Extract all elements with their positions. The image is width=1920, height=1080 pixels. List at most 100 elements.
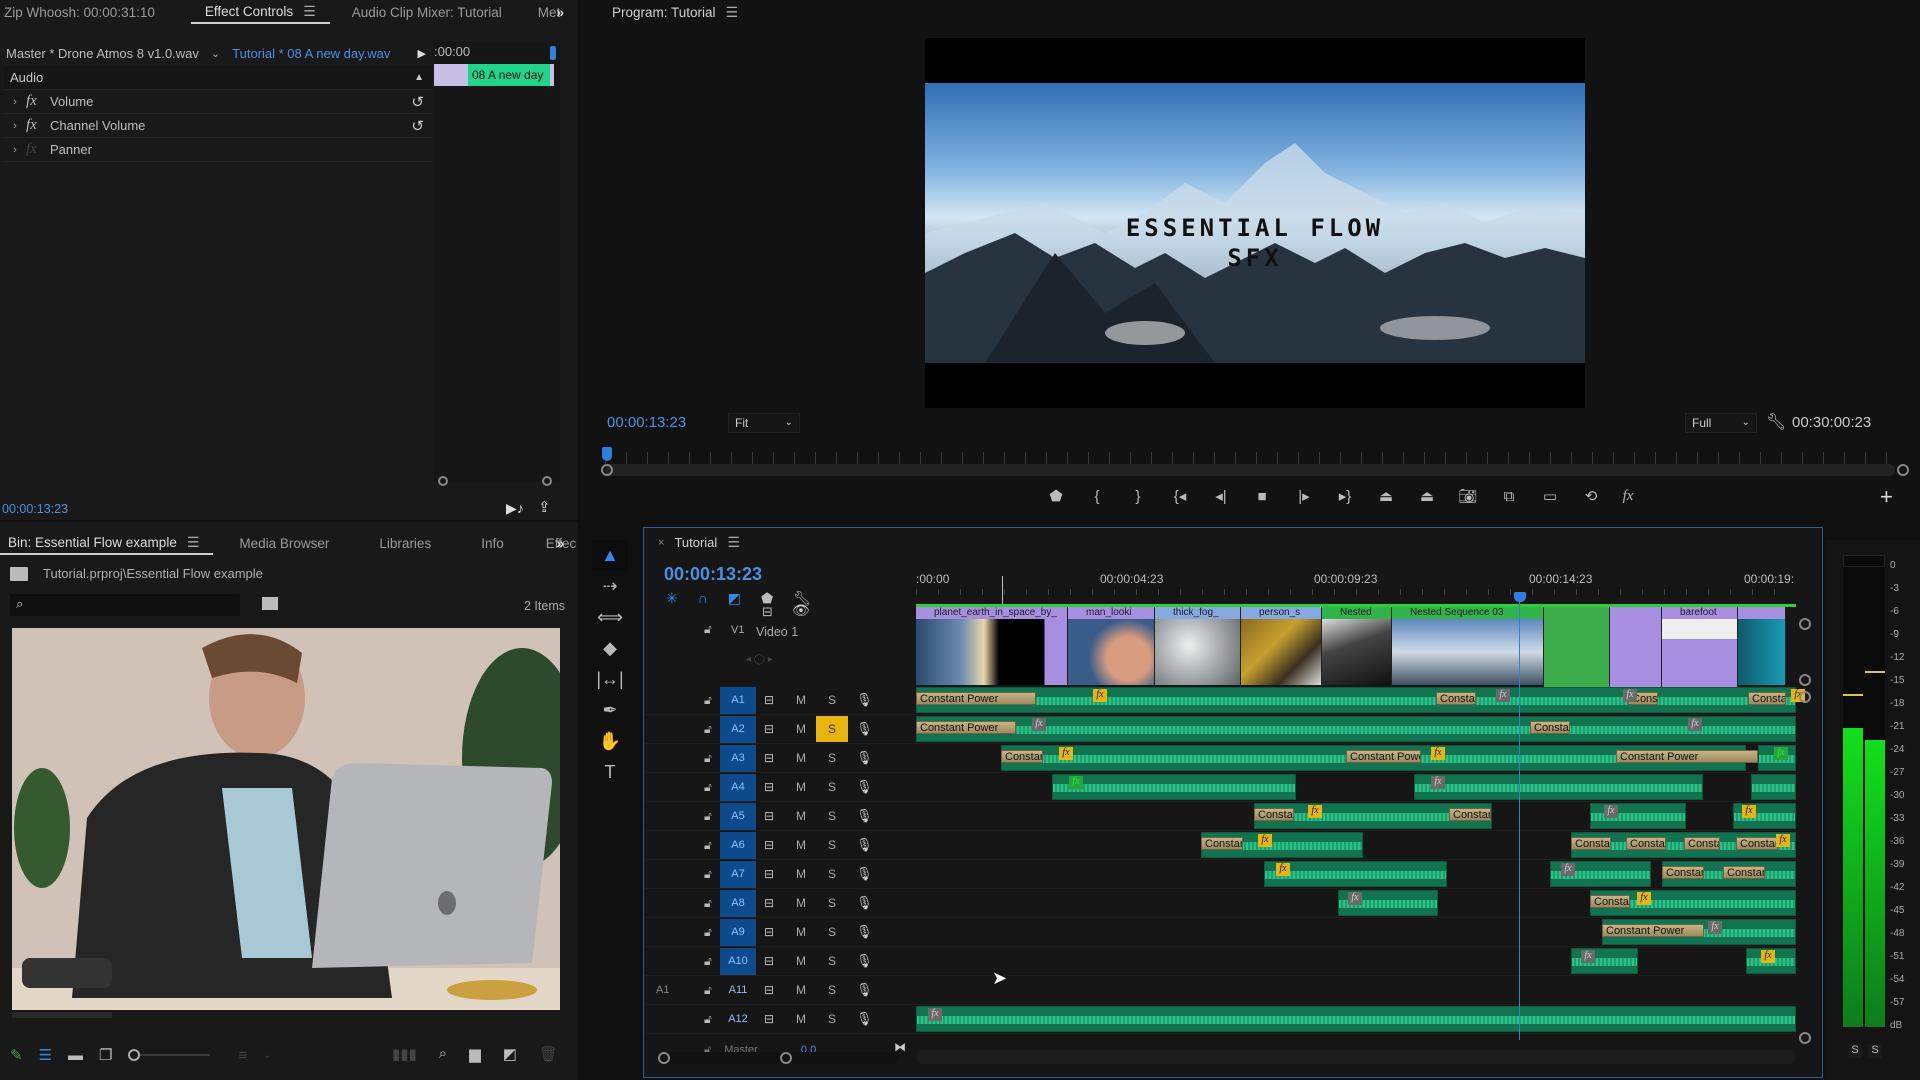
audio-vscroll-handle[interactable] (1799, 1032, 1811, 1044)
video-vscroll-handle[interactable] (1799, 674, 1811, 686)
scroll-handle-left[interactable] (658, 1052, 670, 1064)
expand-chevron-icon[interactable]: › (4, 96, 26, 108)
program-playhead[interactable] (602, 447, 612, 461)
timeline-timecode[interactable]: 00:00:13:23 (664, 564, 762, 585)
program-timecode[interactable]: 00:00:13:23 (607, 414, 686, 431)
clip-thumbnail[interactable] (12, 628, 560, 1010)
scroll-handle-left[interactable] (601, 464, 613, 476)
panel-overflow-button[interactable]: » (542, 531, 578, 555)
fx-icon[interactable]: fx (1611, 488, 1645, 505)
fx-badge-icon[interactable]: fx (1308, 805, 1322, 818)
tab-program-monitor[interactable]: Program: Tutorial ☰ (598, 0, 752, 24)
transition-constant-power[interactable]: Constan (1436, 692, 1476, 705)
mute-button[interactable]: M (796, 954, 806, 968)
fx-badge-icon[interactable]: fx (1742, 805, 1756, 818)
button-editor-plus-icon[interactable]: + (1880, 484, 1893, 510)
write-protect-pencil-icon[interactable]: ✎ (10, 1046, 23, 1064)
sync-lock-icon[interactable]: ⊟ (764, 780, 774, 794)
mute-button[interactable]: M (796, 809, 806, 823)
track-target[interactable]: A9 (720, 918, 756, 946)
thumbnail-size-slider[interactable] (128, 1049, 211, 1061)
track-target[interactable]: A11 (720, 977, 756, 1004)
trash-icon[interactable]: 🗑︎ (539, 1045, 558, 1063)
play-triangle-icon[interactable]: ▶ (418, 47, 426, 60)
mini-clip[interactable]: 08 A new day (468, 64, 550, 86)
transition-constant-power[interactable]: Constan (1530, 721, 1570, 734)
effect-row-channel-volume[interactable]: › fx Channel Volume ↺ (4, 114, 432, 138)
new-item-icon[interactable]: ◩ (503, 1045, 517, 1063)
fx-badge-icon[interactable]: fx (1623, 689, 1637, 702)
transition-constant-power[interactable]: Constan (1449, 808, 1491, 821)
lock-icon[interactable]: 🔓︎ (704, 722, 712, 737)
go-to-in-icon[interactable]: {◂ (1159, 487, 1201, 505)
voiceover-mic-icon[interactable]: 🎙︎ (856, 837, 873, 853)
source-patch[interactable]: A1 (656, 984, 669, 996)
video-clip[interactable]: man_looki (1068, 607, 1155, 687)
hand-tool-icon[interactable]: ✋ (592, 726, 628, 757)
solo-button[interactable]: S (816, 861, 848, 887)
mute-button[interactable]: M (796, 693, 806, 707)
track-target[interactable]: A2 (720, 715, 756, 743)
fx-badge-icon[interactable]: fx (1431, 776, 1445, 789)
panel-menu-icon[interactable]: ☰ (726, 4, 739, 21)
video-vscroll-handle[interactable] (1799, 618, 1811, 630)
zoom-level-select[interactable]: Fit ⌄ (728, 413, 800, 433)
audio-clip[interactable] (1264, 861, 1447, 887)
insert-icon[interactable]: ⧉ (1489, 488, 1529, 505)
slider-handle[interactable] (128, 1049, 141, 1061)
transition-constant-power[interactable]: Constan (1662, 866, 1704, 879)
audio-clip[interactable] (916, 687, 1796, 713)
voiceover-mic-icon[interactable]: 🎙︎ (856, 750, 873, 766)
track-target[interactable]: A4 (720, 773, 756, 801)
transition-constant-power[interactable]: Constan (1590, 895, 1630, 908)
export-icon[interactable]: ⇪ (538, 498, 551, 516)
transition-constant-power[interactable]: Constan (1201, 837, 1243, 850)
transition-constant-power[interactable]: Constant Power (1616, 750, 1758, 763)
mute-button[interactable]: M (796, 1012, 806, 1026)
overwrite-icon[interactable]: ⟲ (1571, 487, 1611, 505)
transition-constant-power[interactable]: Constan (1736, 837, 1778, 850)
fx-toggle-icon[interactable]: fx (26, 93, 50, 110)
razor-tool-icon[interactable]: ◆ (592, 633, 628, 664)
playback-resolution-select[interactable]: Full ⌄ (1685, 413, 1757, 433)
find-icon[interactable]: ⌕ (439, 1045, 447, 1063)
keyframe-navigator[interactable]: ◂ ◯ ▸ (746, 654, 773, 665)
fx-badge-icon[interactable]: fx (1776, 834, 1790, 847)
fx-badge-icon[interactable]: fx (1688, 718, 1702, 731)
sync-lock-icon[interactable]: ⊟ (764, 1012, 774, 1026)
play-audio-icon[interactable]: ▶♪ (506, 500, 524, 517)
export-frame-camera-icon[interactable]: 📷︎ (1447, 487, 1489, 505)
fx-badge-icon[interactable]: fx (1059, 747, 1073, 760)
fx-badge-icon[interactable]: fx (1708, 921, 1722, 934)
lock-icon[interactable]: 🔓︎ (704, 896, 712, 911)
transition-constant-power[interactable]: Constan (1684, 837, 1720, 850)
solo-button[interactable]: S (816, 948, 848, 974)
video-clip[interactable]: planet_earth_in_space_by_ (916, 607, 1068, 687)
lock-icon[interactable]: 🔓︎ (704, 1012, 712, 1027)
voiceover-mic-icon[interactable]: 🎙︎ (856, 866, 873, 882)
sync-lock-icon[interactable]: ⊟ (764, 983, 774, 997)
mark-out-icon[interactable]: } (1117, 488, 1159, 505)
video-clip[interactable]: Nested Sequence 03 (1392, 607, 1544, 687)
mute-button[interactable]: M (796, 838, 806, 852)
sync-lock-icon[interactable]: ⊟ (764, 925, 774, 939)
collapse-up-icon[interactable]: ▲ (414, 72, 424, 83)
lock-icon[interactable]: 🔓︎ (704, 983, 712, 998)
transition-constant-power[interactable]: Constant Power (916, 721, 1016, 734)
mute-button[interactable]: M (796, 867, 806, 881)
tab-bin[interactable]: Bin: Essential Flow example ☰ (0, 531, 214, 555)
program-time-ruler[interactable] (605, 452, 1895, 464)
mute-button[interactable]: M (796, 896, 806, 910)
icon-view-icon[interactable]: ▬ (68, 1047, 83, 1064)
sync-lock-icon[interactable]: ⊟ (764, 896, 774, 910)
fx-badge-icon[interactable]: fx (1069, 776, 1083, 789)
sync-lock-icon[interactable]: ⊟ (764, 954, 774, 968)
step-back-icon[interactable]: ◂| (1201, 487, 1241, 505)
mini-playhead[interactable] (550, 46, 556, 60)
transition-constant-power[interactable]: Constan (1626, 837, 1666, 850)
solo-button[interactable]: S (816, 774, 848, 800)
pen-tool-icon[interactable]: ✒ (592, 695, 628, 726)
voiceover-mic-icon[interactable]: 🎙︎ (856, 721, 873, 737)
lock-icon[interactable]: 🔓︎ (704, 622, 712, 637)
sync-lock-icon[interactable]: ⊟ (764, 838, 774, 852)
